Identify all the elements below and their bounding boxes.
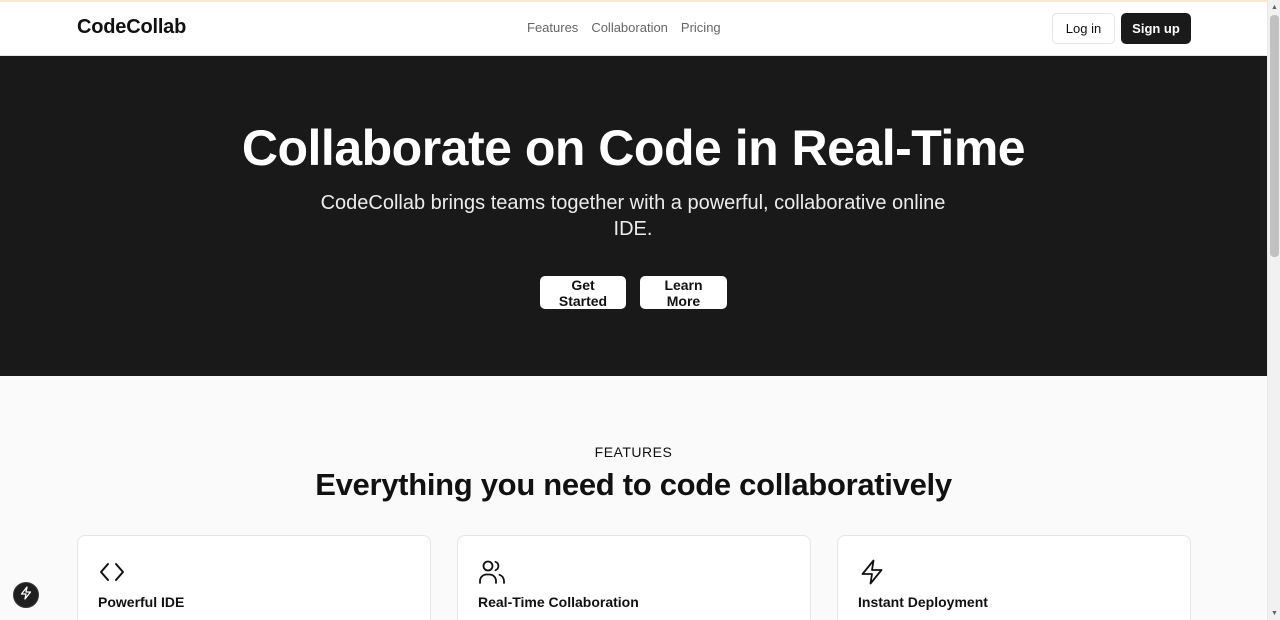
- features-eyebrow: FEATURES: [594, 444, 673, 460]
- nav-link-pricing[interactable]: Pricing: [681, 20, 721, 35]
- features-title: Everything you need to code collaborativ…: [315, 467, 952, 502]
- lightning-icon: [19, 585, 33, 605]
- site-header: CodeCollab Features Collaboration Pricin…: [0, 2, 1267, 56]
- feature-card-powerful-ide: Powerful IDE: [77, 535, 431, 620]
- feature-card-title: Instant Deployment: [858, 594, 988, 610]
- code-icon: [98, 558, 126, 586]
- nav-link-collaboration[interactable]: Collaboration: [591, 20, 668, 35]
- nav-link-features[interactable]: Features: [527, 20, 578, 35]
- main-nav: Features Collaboration Pricing: [527, 20, 721, 35]
- users-icon: [478, 558, 506, 586]
- feature-card-title: Real-Time Collaboration: [478, 594, 639, 610]
- scroll-up-arrow-icon[interactable]: ▲: [1268, 0, 1280, 14]
- logo[interactable]: CodeCollab: [77, 16, 186, 39]
- hero-subtitle: CodeCollab brings teams together with a …: [320, 192, 946, 240]
- vertical-scrollbar[interactable]: ▲ ▼: [1267, 0, 1280, 620]
- scrollbar-thumb[interactable]: [1270, 15, 1279, 257]
- features-section: FEATURES Everything you need to code col…: [0, 376, 1267, 620]
- hero-title: Collaborate on Code in Real-Time: [241, 120, 1026, 176]
- lightning-icon: [858, 558, 886, 586]
- feature-card-real-time-collaboration: Real-Time Collaboration: [457, 535, 811, 620]
- signup-button[interactable]: Sign up: [1121, 13, 1191, 44]
- feature-card-instant-deployment: Instant Deployment: [837, 535, 1191, 620]
- floating-action-badge[interactable]: [13, 582, 39, 608]
- get-started-button[interactable]: Get Started: [540, 276, 626, 309]
- login-button[interactable]: Log in: [1052, 13, 1115, 44]
- scroll-down-arrow-icon[interactable]: ▼: [1268, 606, 1280, 620]
- hero-section: Collaborate on Code in Real-Time CodeCol…: [0, 56, 1267, 376]
- learn-more-button[interactable]: Learn More: [640, 276, 727, 309]
- page: CodeCollab Features Collaboration Pricin…: [0, 0, 1267, 620]
- feature-card-title: Powerful IDE: [98, 594, 185, 610]
